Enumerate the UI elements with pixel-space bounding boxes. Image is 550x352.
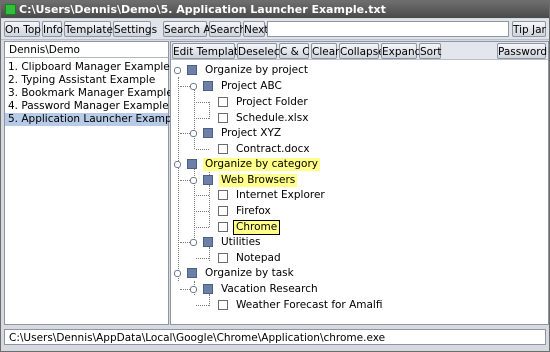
folder-icon (187, 268, 197, 278)
tree-node-label: Project XYZ (221, 127, 282, 139)
on-top-button[interactable]: On Top (4, 21, 41, 37)
edit-template-button[interactable]: Edit Template (172, 43, 245, 59)
tree-connector (196, 149, 209, 150)
folder-icon (203, 81, 213, 91)
expand-toggle-icon[interactable] (190, 177, 197, 184)
tree-node-label: Project Folder (236, 96, 308, 108)
tree-connector (178, 77, 179, 281)
tree-connector (196, 211, 209, 212)
expand-toggle-icon[interactable] (174, 161, 181, 168)
folder-icon (203, 128, 213, 138)
collapse-button[interactable]: Collapse (339, 43, 385, 59)
search-button[interactable]: Search (209, 21, 246, 37)
app-window: C:\Users\Dennis\Demo\5. Application Laun… (0, 0, 550, 352)
folder-icon (203, 284, 213, 294)
tree-node-label: Organize by category (203, 158, 320, 171)
tree-connector (196, 195, 209, 196)
templates-button[interactable]: Templates (64, 21, 118, 37)
folder-path[interactable]: Dennis\Demo (5, 42, 168, 58)
expand-toggle-icon[interactable] (190, 130, 197, 137)
expand-toggle-icon[interactable] (174, 67, 181, 74)
tree-connector (209, 102, 210, 119)
file-list-item[interactable]: 3. Bookmark Manager Example (5, 87, 173, 100)
folder-icon (187, 159, 197, 169)
cc-button[interactable]: C & C (279, 43, 310, 59)
expand-toggle-icon[interactable] (174, 270, 181, 277)
sort-button[interactable]: Sort (419, 43, 442, 59)
tree-node-label: Firefox (236, 205, 271, 217)
tree-node-label: Chrome (232, 220, 281, 235)
tree-connector (209, 294, 210, 306)
next-button[interactable]: Next (243, 21, 268, 37)
tree-node-label: Notepad (236, 252, 281, 264)
item-icon (218, 144, 228, 154)
window-title: C:\Users\Dennis\Demo\5. Application Laun… (19, 3, 386, 16)
tree-node-label: Vacation Research (221, 283, 318, 295)
tree-node-label: Internet Explorer (236, 189, 325, 201)
clear-button[interactable]: Clear (311, 43, 339, 59)
tree-connector (209, 185, 210, 227)
item-icon (218, 253, 228, 263)
tree-toolbar: Edit Template Deselect C & C Clear Colla… (171, 42, 548, 60)
file-list-item[interactable]: 2. Typing Assistant Example (5, 74, 168, 87)
tree-connector (209, 247, 210, 261)
tree-node-label: Contract.docx (236, 143, 310, 155)
folder-icon (187, 65, 197, 75)
tree-node-label: Project ABC (221, 80, 282, 92)
tree-connector (196, 118, 209, 119)
file-list-item[interactable]: 4. Password Manager Example (5, 100, 169, 113)
search-all-button[interactable]: Search All (163, 21, 216, 37)
file-list: 1. Clipboard Manager Example 2. Typing A… (5, 61, 181, 126)
tree-connector (196, 227, 209, 228)
tree-node-label: Web Browsers (219, 174, 298, 187)
tree-connector (194, 90, 195, 149)
tree-connector (196, 305, 209, 306)
settings-button[interactable]: Settings (113, 21, 157, 37)
folder-icon (203, 237, 213, 247)
expand-button[interactable]: Expand (381, 43, 421, 59)
file-list-item-selected[interactable]: 5. Application Launcher Example (5, 113, 181, 126)
item-icon (218, 97, 228, 107)
tree-panel: Edit Template Deselect C & C Clear Colla… (170, 41, 549, 325)
status-path-field[interactable]: C:\Users\Dennis\AppData\Local\Google\Chr… (4, 329, 546, 345)
search-input[interactable] (267, 21, 509, 37)
title-bar[interactable]: C:\Users\Dennis\Demo\5. Application Laun… (1, 1, 549, 18)
item-icon (218, 113, 228, 123)
tree-connector (196, 258, 209, 259)
tree-node-label: Weather Forecast for Amalfi (236, 299, 383, 311)
tree-node-label: Organize by task (205, 267, 294, 279)
item-icon (218, 190, 228, 200)
tree-node-label: Schedule.xlsx (236, 112, 309, 124)
expand-toggle-icon[interactable] (190, 286, 197, 293)
expand-toggle-icon[interactable] (190, 239, 197, 246)
app-icon (5, 4, 16, 15)
tree-node-label: Organize by project (205, 64, 309, 76)
expand-toggle-icon[interactable] (190, 83, 197, 90)
folder-icon (203, 175, 213, 185)
tree-view: Organize by project Project ABC Project … (171, 60, 548, 324)
password-button[interactable]: Password (497, 43, 547, 59)
deselect-button[interactable]: Deselect (237, 43, 284, 59)
tip-jar-button[interactable]: Tip Jar (512, 21, 546, 37)
main-toolbar: On Top Info Templates Settings Search Al… (1, 19, 549, 40)
file-list-item[interactable]: 1. Clipboard Manager Example (5, 61, 170, 74)
item-icon (218, 206, 228, 216)
item-icon (218, 300, 228, 310)
tree-node-label: Utilities (221, 236, 261, 248)
file-panel: Dennis\Demo 1. Clipboard Manager Example… (4, 41, 181, 325)
info-button[interactable]: Info (42, 21, 63, 37)
tree-connector (196, 102, 209, 103)
item-icon (218, 222, 228, 232)
